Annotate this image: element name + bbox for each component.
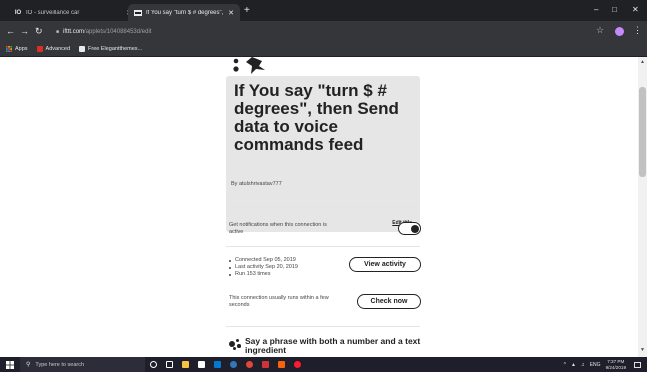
search-icon: ⚲	[26, 362, 31, 368]
tab-title: If You say "turn $ # degrees", th…	[146, 9, 224, 16]
tab-ifttt-applet[interactable]: If You say "turn $ # degrees", th… ✕	[128, 4, 240, 21]
reload-button[interactable]: ↻	[35, 26, 43, 37]
file-explorer-icon[interactable]	[177, 357, 193, 372]
bookmark-star-icon[interactable]: ☆	[596, 25, 604, 36]
clock-date: 9/24/2019	[605, 364, 626, 370]
url-host: ifttt.com	[63, 28, 85, 35]
bullet-icon	[229, 266, 231, 269]
network-icon[interactable]: ▲	[571, 362, 576, 368]
search-placeholder: Type here to search	[35, 361, 85, 368]
back-button[interactable]: ←	[6, 26, 15, 36]
store-icon[interactable]	[193, 357, 209, 372]
bookmark-apps[interactable]: Apps	[6, 46, 28, 52]
close-window-button[interactable]: ✕	[632, 5, 639, 14]
clock[interactable]: 7:37 PM 9/24/2019	[606, 359, 626, 370]
stat-connected: Connected Sep 05, 2019	[229, 257, 298, 264]
start-button[interactable]	[0, 357, 20, 372]
tab-title: IO - surveillance car	[26, 9, 80, 16]
tab-io-surveillance[interactable]: IO IO - surveillance car ✕	[8, 4, 138, 21]
address-bar[interactable]: ■ ifttt.com /applets/104088453d/edit	[52, 24, 612, 39]
cortana-icon[interactable]	[145, 357, 161, 372]
language-indicator[interactable]: ENG	[590, 362, 601, 368]
trigger-row[interactable]: Say a phrase with both a number and a te…	[229, 337, 423, 355]
forward-button[interactable]: →	[20, 26, 29, 36]
check-now-button[interactable]: Check now	[357, 294, 421, 309]
maximize-button[interactable]: □	[612, 5, 617, 14]
new-tab-button[interactable]: +	[244, 5, 250, 16]
runs-timing-text: This connection usually runs within a fe…	[229, 295, 329, 308]
author-byline: By atulshrivastav777	[231, 181, 282, 187]
divider	[226, 246, 420, 247]
chrome-icon[interactable]	[241, 357, 257, 372]
app-icon-red[interactable]	[257, 357, 273, 372]
app-icon-orange[interactable]	[273, 357, 289, 372]
profile-avatar-icon[interactable]	[615, 27, 624, 36]
notifications-toggle[interactable]	[398, 222, 421, 235]
windows-logo-icon	[6, 360, 14, 369]
url-path: /applets/104088453d/edit	[84, 28, 152, 35]
bookmark-label: Free Elegantthemes...	[88, 46, 143, 52]
page-content: If You say "turn $ # degrees", then Send…	[0, 57, 638, 357]
taskbar-search[interactable]: ⚲ Type here to search	[20, 357, 145, 372]
stat-runs: Run 153 times	[229, 271, 298, 278]
elegantthemes-favicon-icon	[79, 46, 86, 52]
task-view-icon[interactable]	[161, 357, 177, 372]
minimize-button[interactable]: –	[594, 5, 598, 14]
stat-text: Last activity Sep 20, 2019	[235, 264, 298, 270]
lock-icon: ■	[56, 28, 60, 35]
notifications-label: Get notifications when this connection i…	[229, 222, 327, 235]
scroll-down-icon[interactable]: ▼	[640, 347, 645, 353]
clock-time: 7:37 PM	[607, 359, 625, 364]
action-center-icon[interactable]	[634, 361, 641, 368]
advanced-favicon-icon	[36, 46, 43, 52]
applet-title-card: If You say "turn $ # degrees", then Send…	[226, 76, 420, 232]
bookmark-elegantthemes[interactable]: Free Elegantthemes...	[79, 46, 142, 52]
divider	[226, 206, 420, 207]
bookmark-advanced[interactable]: Advanced	[36, 46, 71, 52]
connection-stats: Connected Sep 05, 2019 Last activity Sep…	[229, 257, 298, 278]
tab-strip: IO IO - surveillance car ✕ If You say "t…	[0, 0, 647, 21]
browser-menu-icon[interactable]: ⋮	[633, 25, 642, 36]
browser-toolbar: ← → ↻ ■ ifttt.com /applets/104088453d/ed…	[0, 21, 647, 42]
bookmarks-bar: Apps Advanced Free Elegantthemes...	[0, 42, 647, 57]
trigger-description: Say a phrase with both a number and a te…	[245, 336, 421, 355]
stat-last-activity: Last activity Sep 20, 2019	[229, 264, 298, 271]
applet-title: If You say "turn $ # degrees", then Send…	[234, 81, 399, 154]
tray-chevron-icon[interactable]: ^	[564, 362, 566, 368]
edge-icon[interactable]	[225, 357, 241, 372]
close-tab-icon[interactable]: ✕	[228, 9, 234, 17]
windows-taskbar: ⚲ Type here to search ^ ▲ ♫ ENG 7:37 PM …	[0, 357, 647, 372]
bookmark-label: Advanced	[45, 46, 71, 52]
toggle-knob	[410, 224, 419, 233]
mail-icon[interactable]	[209, 357, 225, 372]
apps-grid-icon	[6, 46, 12, 52]
volume-icon[interactable]: ♫	[581, 362, 585, 368]
google-assistant-icon	[229, 338, 241, 350]
service-logo-icon	[233, 57, 265, 74]
bullet-icon	[229, 259, 231, 262]
scroll-up-icon[interactable]: ▲	[640, 59, 645, 65]
opera-icon[interactable]	[289, 357, 305, 372]
system-tray: ^ ▲ ♫ ENG 7:37 PM 9/24/2019	[564, 357, 647, 372]
page-scrollbar[interactable]: ▲ ▼	[638, 57, 647, 357]
stat-text: Connected Sep 05, 2019	[235, 257, 296, 263]
bullet-icon	[229, 273, 231, 276]
bookmark-label: Apps	[15, 46, 28, 52]
ifttt-favicon-icon	[134, 9, 142, 17]
scrollbar-thumb[interactable]	[639, 87, 646, 177]
divider	[226, 326, 420, 327]
view-activity-button[interactable]: View activity	[349, 257, 421, 272]
io-favicon-icon: IO	[14, 9, 22, 16]
stat-text: Run 153 times	[235, 271, 271, 277]
